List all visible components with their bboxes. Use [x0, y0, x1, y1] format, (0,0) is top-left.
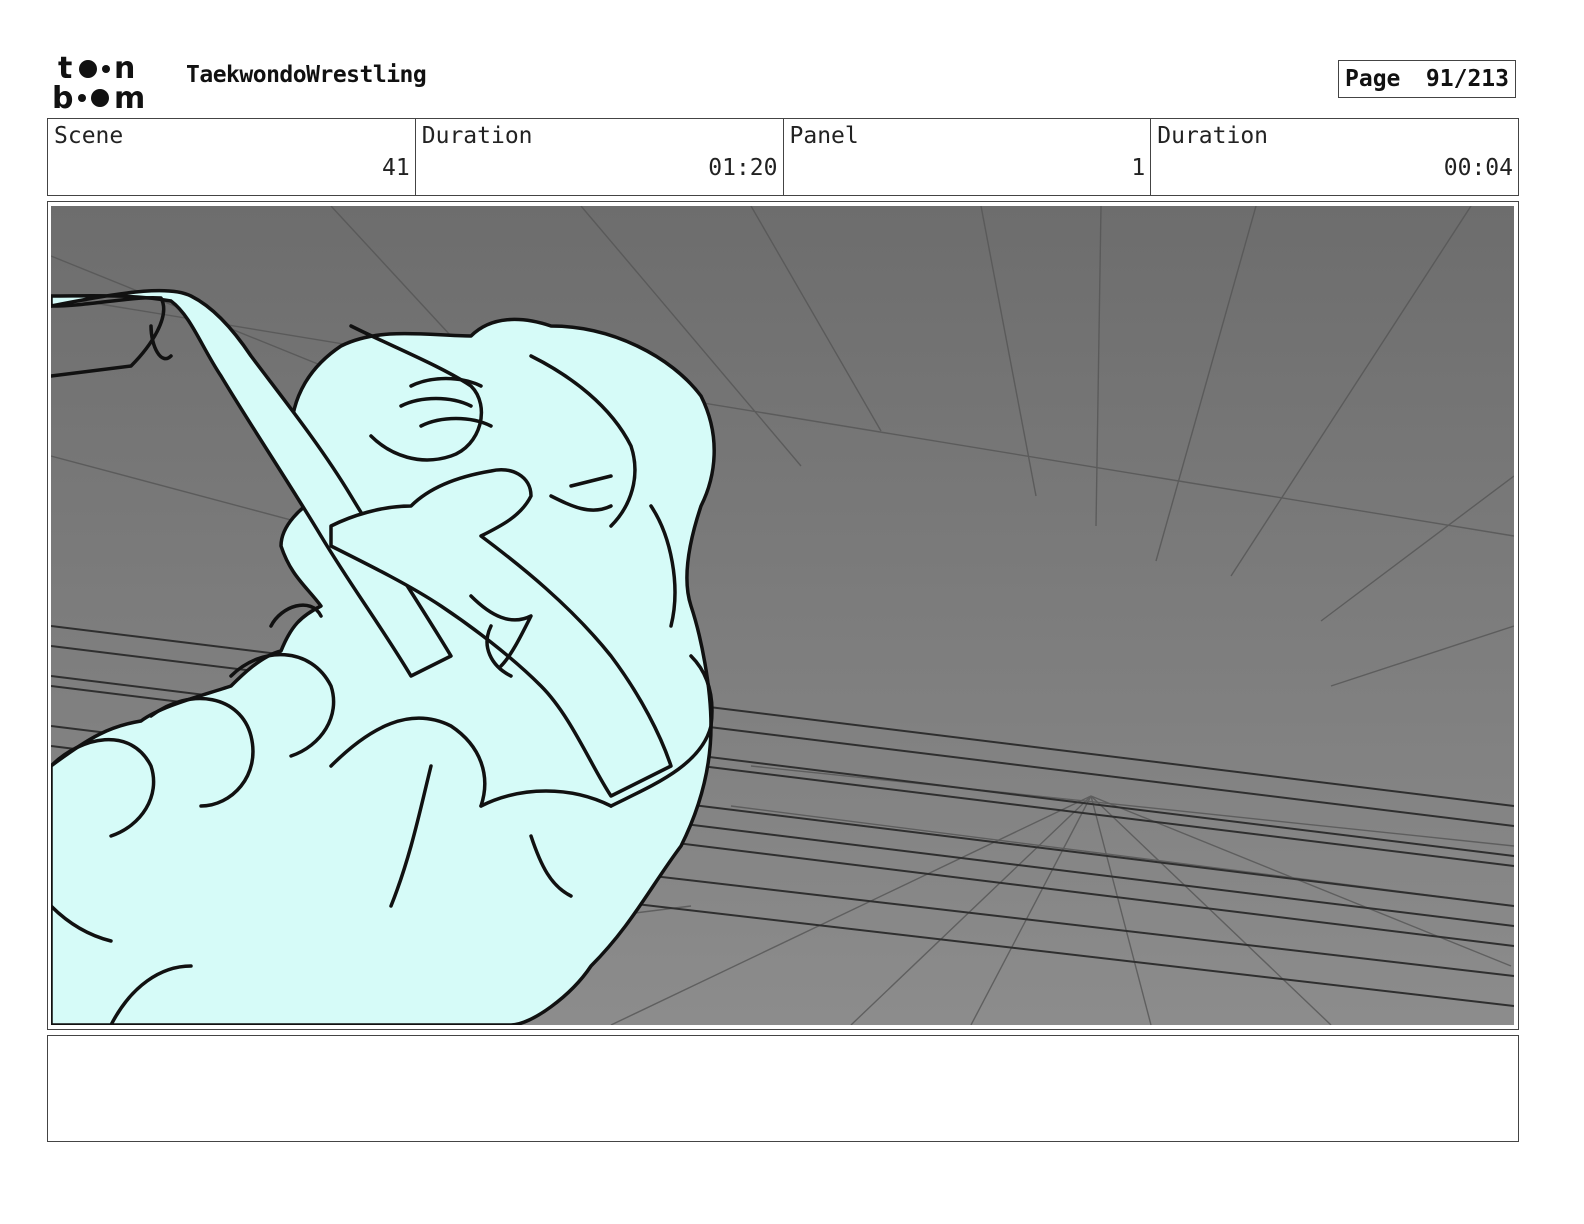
toonboom-logo: t n b m: [52, 51, 164, 116]
panel-value: 1: [1131, 155, 1146, 181]
project-title: TaekwondoWrestling: [186, 62, 427, 88]
panel-duration-label: Duration: [1157, 123, 1269, 149]
storyboard-panel-frame: [47, 201, 1519, 1030]
panel-duration-cell: Duration 00:04: [1151, 119, 1518, 195]
scene-duration-label: Duration: [421, 123, 533, 149]
scene-duration-cell: Duration 01:20: [416, 119, 784, 195]
page-indicator: Page 91/213: [1338, 60, 1516, 98]
svg-text:b: b: [52, 81, 73, 112]
scene-duration-value: 01:20: [708, 155, 778, 181]
panel-notes-box: [47, 1035, 1519, 1142]
svg-text:m: m: [114, 81, 145, 112]
page-number: 91/213: [1425, 66, 1509, 92]
scene-cell: Scene 41: [48, 119, 416, 195]
scene-value: 41: [382, 155, 410, 181]
panel-label: Panel: [789, 123, 859, 149]
scene-info-row: Scene 41 Duration 01:20 Panel 1 Duration…: [47, 118, 1519, 196]
panel-cell: Panel 1: [784, 119, 1152, 195]
panel-duration-value: 00:04: [1443, 155, 1513, 181]
scene-label: Scene: [54, 123, 124, 149]
storyboard-sketch-image: [51, 206, 1514, 1025]
page-label: Page: [1345, 66, 1401, 92]
